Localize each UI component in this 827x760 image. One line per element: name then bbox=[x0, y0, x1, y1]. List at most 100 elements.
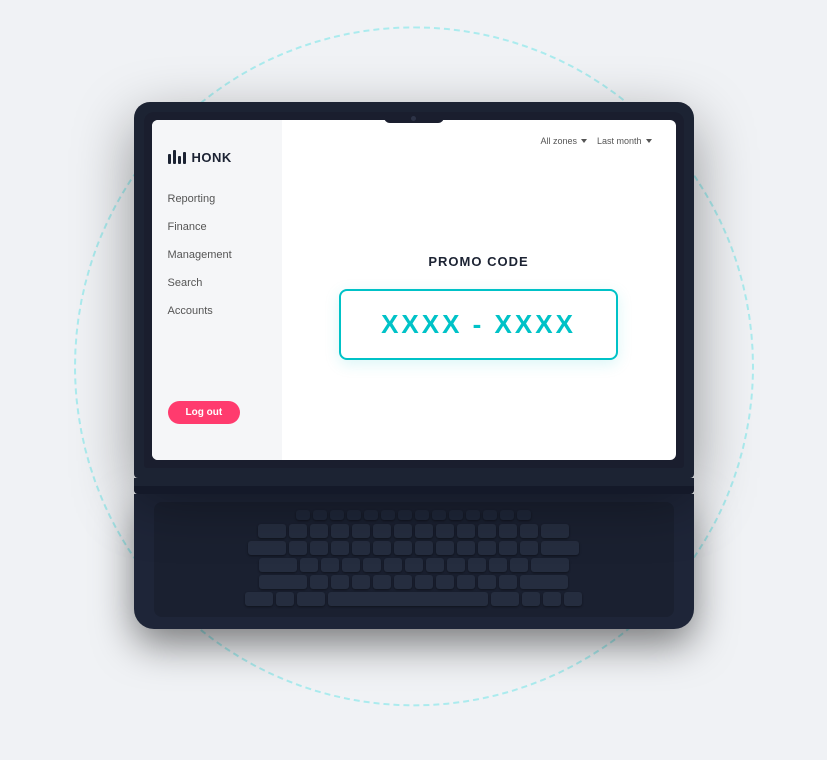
key-r5-space bbox=[328, 592, 488, 606]
promo-code-title: PROMO CODE bbox=[428, 254, 528, 269]
key-fn-13 bbox=[500, 510, 514, 520]
key-r3-a bbox=[300, 558, 318, 572]
key-r5-cmd-r bbox=[491, 592, 519, 606]
key-r4-shift-l bbox=[259, 575, 307, 589]
laptop-device: HONK Reporting Finance Management Search… bbox=[134, 102, 694, 629]
key-r2-o bbox=[457, 541, 475, 555]
key-r4-m bbox=[436, 575, 454, 589]
key-r4-shift-r bbox=[520, 575, 568, 589]
key-r1-5 bbox=[352, 524, 370, 538]
key-r5-arrow-r bbox=[564, 592, 582, 606]
key-r2-q bbox=[289, 541, 307, 555]
key-r5-cmd-l bbox=[297, 592, 325, 606]
key-r2-i bbox=[436, 541, 454, 555]
key-r3-g bbox=[384, 558, 402, 572]
key-fn-4 bbox=[347, 510, 361, 520]
time-filter-dropdown[interactable]: Last month bbox=[597, 136, 652, 146]
key-r2-y bbox=[394, 541, 412, 555]
key-fn-7 bbox=[398, 510, 412, 520]
key-r1-9 bbox=[436, 524, 454, 538]
laptop-base bbox=[134, 478, 694, 494]
logo-bars-icon bbox=[168, 150, 186, 164]
key-fn-2 bbox=[313, 510, 327, 520]
key-r1-3 bbox=[310, 524, 328, 538]
key-r3-enter bbox=[531, 558, 569, 572]
key-r3-apos bbox=[510, 558, 528, 572]
keyboard-row-1 bbox=[162, 524, 666, 538]
logo-text: HONK bbox=[192, 150, 232, 165]
key-r5-arrow-l bbox=[543, 592, 561, 606]
key-fn-12 bbox=[483, 510, 497, 520]
key-fn-6 bbox=[381, 510, 395, 520]
key-r1-10 bbox=[457, 524, 475, 538]
sidebar-item-management[interactable]: Management bbox=[168, 241, 266, 269]
logout-button[interactable]: Log out bbox=[168, 401, 241, 424]
key-r1-1 bbox=[258, 524, 286, 538]
sidebar-item-reporting[interactable]: Reporting bbox=[168, 185, 266, 213]
key-fn-1 bbox=[296, 510, 310, 520]
key-r3-k bbox=[447, 558, 465, 572]
time-dropdown-arrow-icon bbox=[646, 139, 652, 143]
laptop-lid: HONK Reporting Finance Management Search… bbox=[134, 102, 694, 478]
key-r1-8 bbox=[415, 524, 433, 538]
logo-bar-2 bbox=[173, 150, 176, 164]
zone-filter-dropdown[interactable]: All zones bbox=[540, 136, 587, 146]
key-r4-period bbox=[478, 575, 496, 589]
key-r3-semi bbox=[489, 558, 507, 572]
key-r2-t bbox=[373, 541, 391, 555]
sidebar-item-search[interactable]: Search bbox=[168, 269, 266, 297]
sidebar-item-accounts[interactable]: Accounts bbox=[168, 297, 266, 325]
logo-area: HONK bbox=[152, 140, 282, 185]
zone-dropdown-arrow-icon bbox=[581, 139, 587, 143]
logout-area: Log out bbox=[152, 385, 282, 440]
key-r2-e bbox=[331, 541, 349, 555]
keyboard-row-5 bbox=[162, 592, 666, 606]
screen-content: HONK Reporting Finance Management Search… bbox=[152, 120, 676, 460]
key-r4-z bbox=[310, 575, 328, 589]
key-r2-br2 bbox=[520, 541, 538, 555]
key-r2-br1 bbox=[499, 541, 517, 555]
key-r2-w bbox=[310, 541, 328, 555]
promo-section: PROMO CODE XXXX - XXXX bbox=[306, 170, 652, 444]
key-r1-13 bbox=[520, 524, 538, 538]
key-r1-14 bbox=[541, 524, 569, 538]
key-r4-v bbox=[373, 575, 391, 589]
key-fn-11 bbox=[466, 510, 480, 520]
key-r1-6 bbox=[373, 524, 391, 538]
time-filter-label: Last month bbox=[597, 136, 642, 146]
key-r1-7 bbox=[394, 524, 412, 538]
key-fn-5 bbox=[364, 510, 378, 520]
keyboard-section bbox=[134, 494, 694, 629]
logo-bar-1 bbox=[168, 154, 171, 164]
key-r4-b bbox=[394, 575, 412, 589]
key-r4-slash bbox=[499, 575, 517, 589]
keyboard-row-2 bbox=[162, 541, 666, 555]
key-r1-12 bbox=[499, 524, 517, 538]
key-r4-comma bbox=[457, 575, 475, 589]
key-r2-bs bbox=[541, 541, 579, 555]
key-fn-10 bbox=[449, 510, 463, 520]
keyboard-fn-row bbox=[162, 510, 666, 520]
key-r1-11 bbox=[478, 524, 496, 538]
sidebar: HONK Reporting Finance Management Search… bbox=[152, 120, 282, 460]
key-r4-x bbox=[331, 575, 349, 589]
sidebar-item-finance[interactable]: Finance bbox=[168, 213, 266, 241]
zone-filter-label: All zones bbox=[540, 136, 577, 146]
key-fn-9 bbox=[432, 510, 446, 520]
promo-code-value: XXXX - XXXX bbox=[381, 309, 576, 340]
nav-items: Reporting Finance Management Search Acco… bbox=[152, 185, 282, 385]
filters-bar: All zones Last month bbox=[306, 136, 652, 146]
screen-bezel: HONK Reporting Finance Management Search… bbox=[144, 112, 684, 468]
keyboard-body bbox=[154, 502, 674, 617]
key-r4-n bbox=[415, 575, 433, 589]
key-r3-l bbox=[468, 558, 486, 572]
key-r2-p bbox=[478, 541, 496, 555]
key-r2-u bbox=[415, 541, 433, 555]
key-r2-tab bbox=[248, 541, 286, 555]
key-r3-f bbox=[363, 558, 381, 572]
key-fn-14 bbox=[517, 510, 531, 520]
key-r3-j bbox=[426, 558, 444, 572]
laptop-hinge bbox=[134, 486, 694, 494]
keyboard-row-4 bbox=[162, 575, 666, 589]
key-r3-caps bbox=[259, 558, 297, 572]
